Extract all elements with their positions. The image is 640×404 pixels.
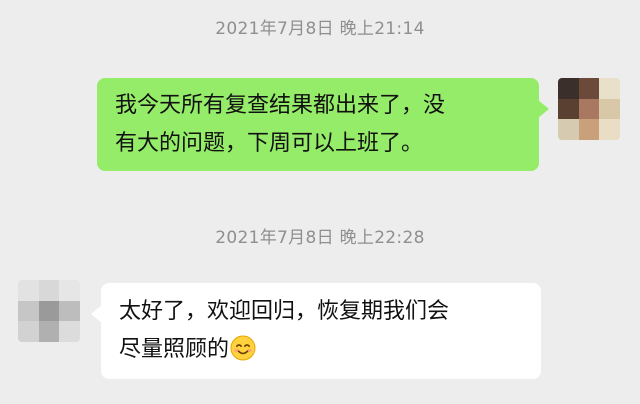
avatar-pixel (59, 300, 80, 322)
avatar-pixel (578, 119, 600, 140)
message-text-segment: 尽量照顾的 (119, 337, 230, 362)
avatar-pixel (38, 280, 60, 301)
avatar-pixel (578, 78, 600, 99)
message-timestamp: 2021年7月8日 晚上22:28 (215, 228, 425, 248)
avatar-pixel (558, 119, 579, 140)
message-text-line: 有大的问题，下周可以上班了。 (115, 131, 424, 156)
message-text-line: 太好了，欢迎回归，恢复期我们会 (119, 299, 450, 324)
message-timestamp: 2021年7月8日 晚上21:14 (215, 19, 425, 39)
avatar-pixel (599, 98, 620, 120)
avatar-pixel (18, 300, 39, 322)
avatar-pixel (558, 78, 579, 99)
received-message-bubble[interactable]: 太好了，欢迎回归，恢复期我们会 尽量照顾的 (91, 283, 541, 379)
message-text-line: 尽量照顾的 (119, 331, 523, 369)
avatar-pixel (59, 321, 80, 342)
avatar-pixel (59, 280, 80, 301)
avatar-pixel (38, 300, 60, 322)
self-avatar[interactable] (558, 78, 620, 140)
avatar-pixel (578, 98, 600, 120)
avatar-pixel (599, 119, 620, 140)
avatar-pixel (599, 78, 620, 99)
smiling-face-icon (230, 335, 256, 361)
avatar-pixel (38, 321, 60, 342)
contact-avatar[interactable] (18, 280, 80, 342)
avatar-pixel (558, 98, 579, 120)
sent-message-bubble[interactable]: 我今天所有复查结果都出来了，没 有大的问题，下周可以上班了。 (97, 78, 549, 171)
avatar-pixel (18, 321, 39, 342)
message-text-line: 我今天所有复查结果都出来了，没 (115, 93, 446, 118)
avatar-pixel (18, 280, 39, 301)
